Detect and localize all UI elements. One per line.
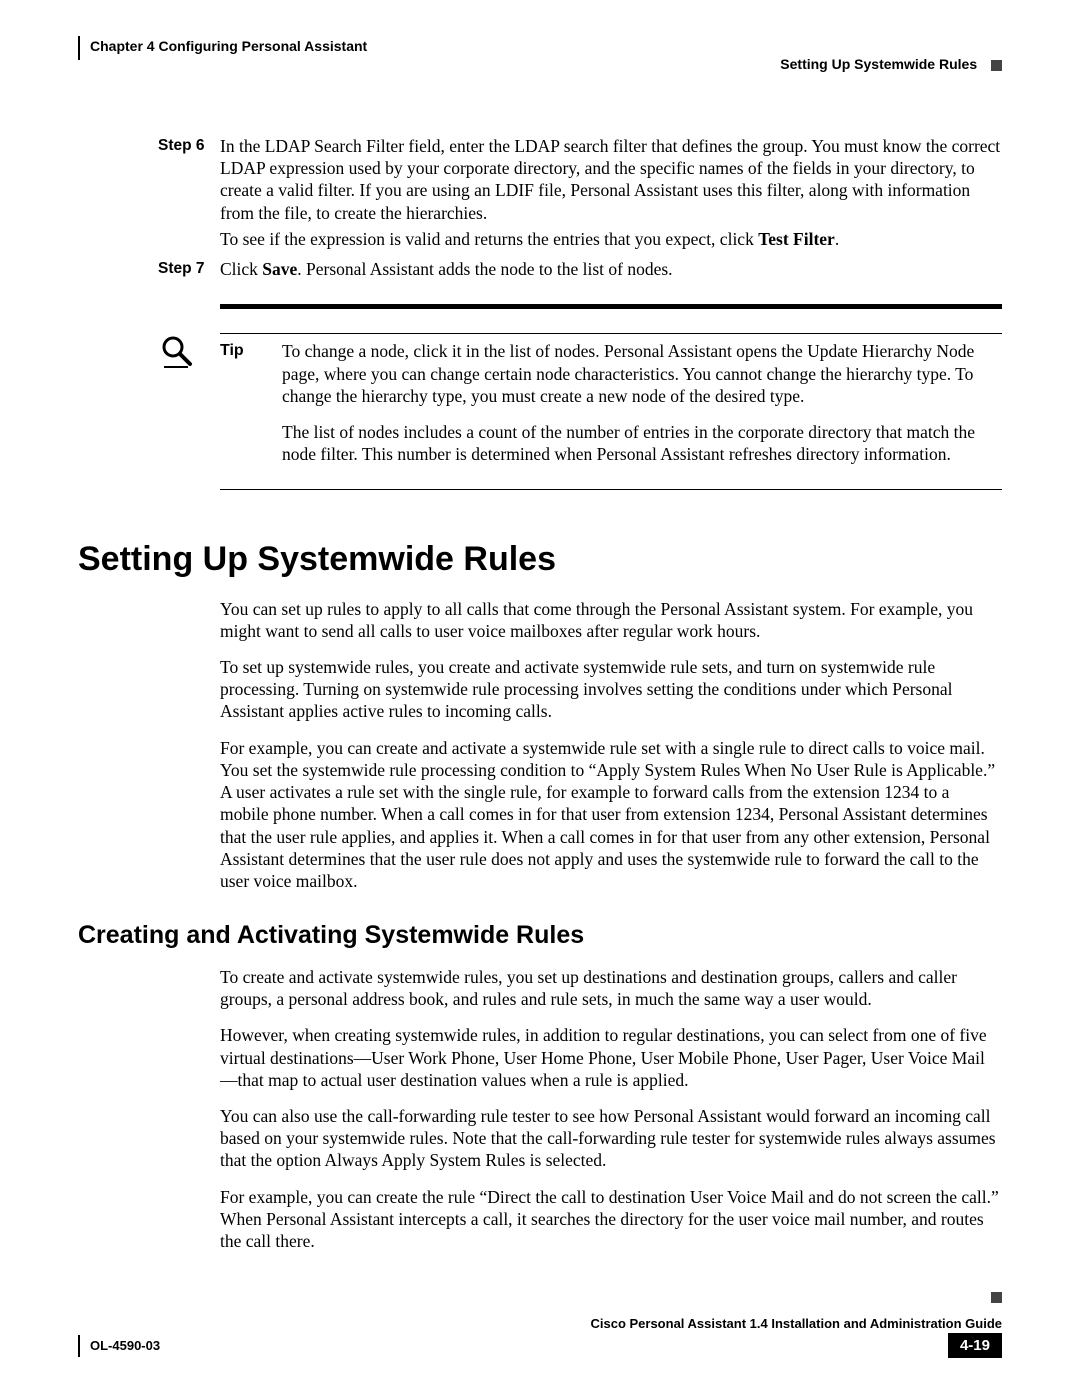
page-header: Chapter 4 Configuring Personal Assistant… [78,36,1002,80]
tip-bottom-rule [220,489,1002,490]
step-7-label: Step 7 [158,258,220,284]
tip-label: Tip [220,340,282,479]
tip-top-rule [220,333,1002,334]
tip-p2: The list of nodes includes a count of th… [282,421,1002,465]
section-2-body: To create and activate systemwide rules,… [220,966,1002,1252]
footer-title: Cisco Personal Assistant 1.4 Installatio… [78,1316,1002,1331]
page: Chapter 4 Configuring Personal Assistant… [0,0,1080,1397]
tip-body: To change a node, click it in the list o… [282,340,1002,479]
tip-icon-cell [158,333,220,490]
step-6-p2: To see if the expression is valid and re… [220,228,1002,250]
sec2-p2: However, when creating systemwide rules,… [220,1024,1002,1091]
tip-row: Tip To change a node, click it in the li… [220,340,1002,479]
footer-page-number: 4-19 [948,1333,1002,1358]
sec1-p2: To set up systemwide rules, you create a… [220,656,1002,723]
step-7-body: Click Save. Personal Assistant adds the … [220,258,1002,284]
tip-icon [158,333,194,369]
sec2-p3: You can also use the call-forwarding rul… [220,1105,1002,1172]
chapter-label: Chapter 4 Configuring Personal Assistant [78,36,367,60]
section-heading-h1: Setting Up Systemwide Rules [78,538,1002,581]
footer-bar: OL-4590-03 4-19 [78,1335,1002,1359]
sec1-p3: For example, you can create and activate… [220,737,1002,893]
section-heading-h2: Creating and Activating Systemwide Rules [78,920,1002,952]
header-marker-icon [991,60,1002,71]
tip-block: Tip To change a node, click it in the li… [158,333,1002,490]
step-7-p1: Click Save. Personal Assistant adds the … [220,258,1002,280]
section-1-body: You can set up rules to apply to all cal… [220,598,1002,893]
section-label-text: Setting Up Systemwide Rules [780,56,977,72]
step-6-label: Step 6 [158,135,220,254]
tip-content: Tip To change a node, click it in the li… [220,333,1002,490]
footer-marker-icon [991,1292,1002,1303]
content: Step 6 In the LDAP Search Filter field, … [78,135,1002,1252]
step-6-p1: In the LDAP Search Filter field, enter t… [220,135,1002,224]
sec1-p1: You can set up rules to apply to all cal… [220,598,1002,642]
footer-docid: OL-4590-03 [78,1335,160,1357]
tip-p1: To change a node, click it in the list o… [282,340,1002,407]
steps-end-rule [220,304,1002,309]
step-6: Step 6 In the LDAP Search Filter field, … [158,135,1002,254]
page-footer: Cisco Personal Assistant 1.4 Installatio… [78,1316,1002,1359]
step-7: Step 7 Click Save. Personal Assistant ad… [158,258,1002,284]
section-label: Setting Up Systemwide Rules [780,56,1002,72]
sec2-p4: For example, you can create the rule “Di… [220,1186,1002,1253]
sec2-p1: To create and activate systemwide rules,… [220,966,1002,1010]
step-6-body: In the LDAP Search Filter field, enter t… [220,135,1002,254]
